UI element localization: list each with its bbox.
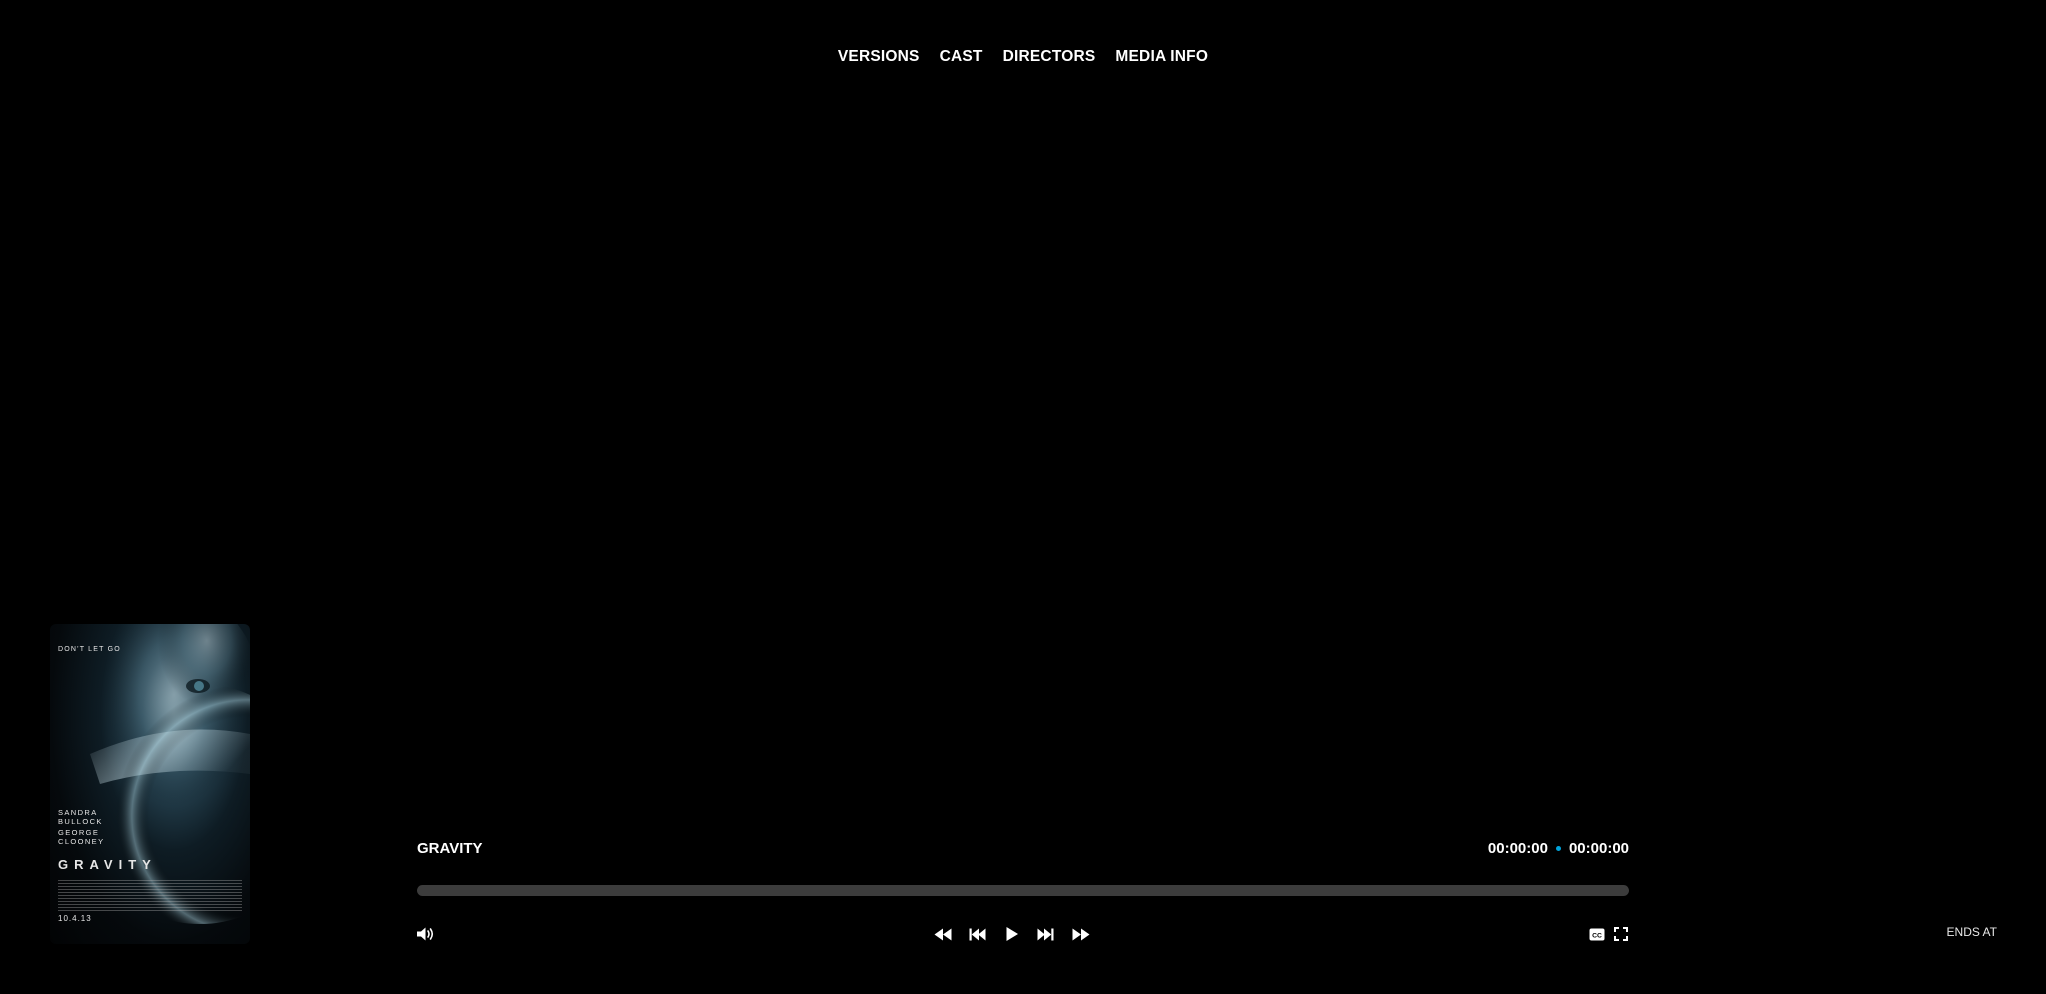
ends-at-label: ENDS AT (1946, 925, 1997, 939)
next-button[interactable] (1037, 924, 1054, 944)
poster-credits-block (58, 880, 242, 912)
fullscreen-button[interactable] (1614, 924, 1628, 944)
svg-text:CC: CC (1592, 932, 1602, 939)
seek-bar[interactable] (417, 885, 1629, 896)
volume-icon (416, 926, 435, 942)
fullscreen-icon (1614, 927, 1628, 941)
poster-tagline: DON'T LET GO (58, 646, 121, 653)
skip-next-icon (1037, 928, 1054, 941)
volume-button[interactable] (416, 924, 435, 944)
time-separator-dot (1555, 846, 1561, 851)
poster-actor-1-last: BULLOCK (58, 817, 103, 826)
play-icon (1005, 926, 1019, 942)
poster-actor-2: GEORGE CLOONEY (58, 828, 104, 846)
rewind-icon (934, 928, 952, 941)
tab-cast[interactable]: CAST (940, 48, 983, 66)
previous-button[interactable] (969, 924, 986, 944)
fast-forward-icon (1072, 928, 1090, 941)
closed-captions-icon: CC (1589, 928, 1605, 941)
tab-directors[interactable]: DIRECTORS (1003, 48, 1096, 66)
poster-actor-1-first: SANDRA (58, 808, 98, 817)
fast-forward-button[interactable] (1072, 924, 1090, 944)
tab-versions[interactable]: VERSIONS (838, 48, 920, 66)
total-time: 00:00:00 (1568, 840, 1629, 857)
play-button[interactable] (1005, 924, 1019, 944)
poster-title: GRAVITY (58, 857, 157, 872)
video-player-page: VERSIONS CAST DIRECTORS MEDIA INFO DON'T… (0, 0, 2046, 994)
poster-actor-1: SANDRA BULLOCK (58, 808, 103, 826)
top-nav: VERSIONS CAST DIRECTORS MEDIA INFO (0, 48, 2046, 66)
current-time: 00:00:00 (1487, 840, 1548, 857)
poster-actor-2-first: GEORGE (58, 828, 100, 837)
movie-poster: DON'T LET GO SANDRA BULLOCK GEORGE CLOON… (50, 624, 250, 944)
skip-previous-icon (969, 928, 986, 941)
poster-date: 10.4.13 (58, 914, 92, 923)
time-readout: 00:00:00 00:00:00 (1488, 840, 1629, 857)
media-title: GRAVITY (417, 840, 483, 857)
subtitles-button[interactable]: CC (1589, 924, 1605, 944)
rewind-button[interactable] (934, 924, 952, 944)
poster-actor-2-last: CLOONEY (58, 837, 105, 846)
tab-media-info[interactable]: MEDIA INFO (1115, 48, 1208, 66)
